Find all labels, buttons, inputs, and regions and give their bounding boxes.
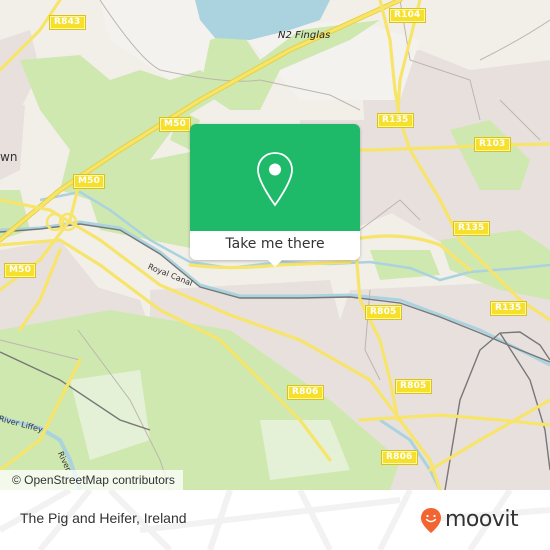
road-shield-r806: R806: [287, 385, 324, 400]
footer: The Pig and Heifer, Ireland moovit: [0, 490, 550, 550]
place-label-finglas: N2 Finglas: [278, 30, 331, 41]
road-shield-r805: R805: [365, 305, 402, 320]
moovit-logo[interactable]: moovit: [420, 506, 519, 534]
road-shield-r843: R843: [49, 15, 86, 30]
location-popup[interactable]: Take me there: [190, 124, 360, 267]
road-shield-m50: M50: [3, 263, 37, 278]
moovit-pin-icon: [421, 507, 441, 533]
popup-header[interactable]: [190, 124, 360, 231]
location-pin-icon: [257, 152, 293, 207]
road-shield-r104: R104: [389, 8, 426, 23]
map-view[interactable]: N2 Finglas wn Royal Canal River Liffey R…: [0, 0, 550, 490]
place-label-town: wn: [0, 150, 18, 164]
road-shield-r135: R135: [377, 113, 414, 128]
road-shield-r103: R103: [474, 137, 511, 152]
popup-pointer: [267, 259, 283, 267]
road-shield-r135: R135: [453, 221, 490, 236]
place-title: The Pig and Heifer, Ireland: [20, 510, 187, 526]
road-shield-m50: M50: [158, 117, 192, 132]
map-attribution[interactable]: © OpenStreetMap contributors: [0, 470, 183, 490]
road-shield-r805: R805: [395, 379, 432, 394]
take-me-there-button[interactable]: Take me there: [190, 231, 360, 260]
road-shield-r135: R135: [490, 301, 527, 316]
moovit-wordmark: moovit: [445, 507, 519, 532]
road-shield-r806: R806: [381, 450, 418, 465]
road-shield-m50: M50: [72, 174, 106, 189]
